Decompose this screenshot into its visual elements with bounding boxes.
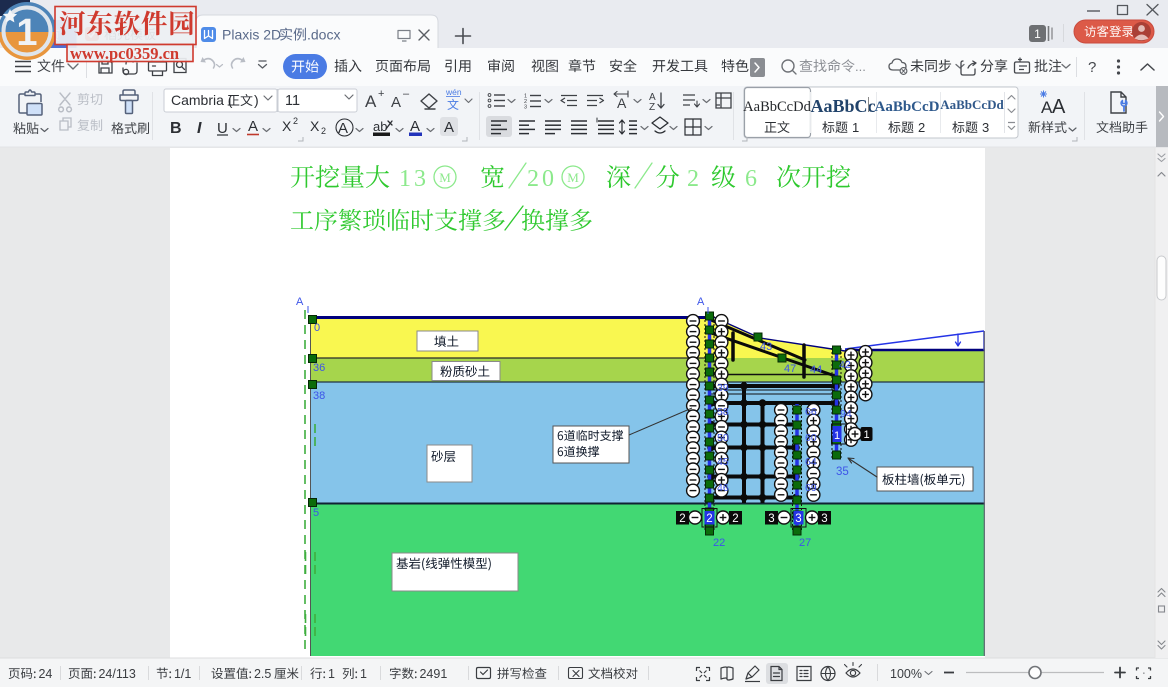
svg-text:1: 1 [328,667,335,681]
svg-text:100%: 100% [890,667,922,681]
svg-text:13: 13 [399,166,429,192]
svg-text:ab: ab [373,119,387,134]
svg-text:M: M [439,170,451,185]
svg-text:B: B [170,120,182,137]
svg-text:36: 36 [313,362,325,374]
svg-text:47: 47 [784,363,796,375]
svg-text:46: 46 [717,482,729,494]
svg-text:64: 64 [805,456,817,468]
svg-text:94: 94 [840,408,852,420]
svg-text:1: 1 [360,667,367,681]
svg-text:A: A [365,92,377,111]
svg-text:2: 2 [687,166,699,192]
svg-text:M: M [567,170,579,185]
svg-text:69: 69 [805,482,817,494]
svg-text:www.pc0359.cn: www.pc0359.cn [70,44,179,63]
svg-text:2: 2 [321,126,326,136]
svg-text:A: A [391,94,401,111]
svg-text:24/113: 24/113 [98,667,135,681]
svg-text:I: I [197,120,202,137]
svg-text:2: 2 [293,116,298,126]
svg-text:6: 6 [745,166,757,192]
svg-text:AaBbCc: AaBbCc [810,96,875,116]
svg-text:24: 24 [38,667,52,681]
svg-text:60: 60 [805,432,817,444]
svg-text:.docx: .docx [307,27,340,43]
svg-text:AaBbCcD: AaBbCcD [874,99,939,115]
svg-text:22: 22 [713,537,725,549]
svg-text:Z: Z [649,102,655,113]
svg-text:66: 66 [805,406,817,418]
svg-text:3: 3 [821,513,827,525]
svg-text:42: 42 [839,359,851,371]
svg-text:A: A [296,296,304,308]
svg-text:0: 0 [314,322,320,334]
svg-text:27: 27 [799,537,811,549]
svg-text:38: 38 [313,390,325,402]
svg-text:A: A [410,118,420,135]
svg-text:43: 43 [760,341,772,353]
svg-text:1: 1 [852,120,859,135]
svg-text:2.5: 2.5 [254,667,271,681]
svg-text:–: – [403,88,410,100]
svg-text:58: 58 [717,406,729,418]
svg-text:?: ? [1088,59,1096,76]
svg-text:45: 45 [717,456,729,468]
svg-text:2: 2 [706,513,712,525]
svg-text:A: A [1052,96,1066,118]
svg-text:1: 1 [863,429,869,441]
svg-text:AaBbCcDd: AaBbCcDd [743,99,811,115]
svg-text:Plaxis 2D: Plaxis 2D [222,27,281,43]
svg-text:Cambria (: Cambria ( [171,92,233,108]
svg-text:1/1: 1/1 [174,667,191,681]
svg-text:3: 3 [982,120,989,135]
svg-text:wén: wén [445,87,462,97]
svg-text:X: X [310,118,320,134]
svg-text:AaBbCcDd: AaBbCcDd [940,97,1004,112]
svg-text:1: 1 [1034,27,1041,41]
svg-text:44: 44 [810,364,822,376]
svg-text:3: 3 [524,105,527,111]
svg-text:39: 39 [717,382,729,394]
svg-text:3: 3 [768,513,774,525]
svg-text:1: 1 [16,12,37,54]
svg-text:5: 5 [313,507,319,519]
svg-text:2: 2 [918,120,925,135]
svg-text:A: A [697,296,705,308]
svg-text:2491: 2491 [419,667,447,681]
svg-text:A: A [248,118,258,135]
svg-text:2: 2 [732,513,738,525]
svg-text:11: 11 [285,93,300,109]
svg-text:50: 50 [717,432,729,444]
svg-text:+: + [378,88,384,100]
svg-text:X: X [282,118,292,134]
svg-text:): ) [254,92,259,108]
svg-text:A: A [617,95,627,111]
svg-text:35: 35 [836,466,849,478]
svg-text:1: 1 [834,430,840,442]
svg-text:...: ... [855,59,866,74]
svg-text:2: 2 [679,513,685,525]
svg-text:A: A [444,119,454,136]
svg-text:3: 3 [795,513,801,525]
svg-text:20: 20 [527,166,557,192]
